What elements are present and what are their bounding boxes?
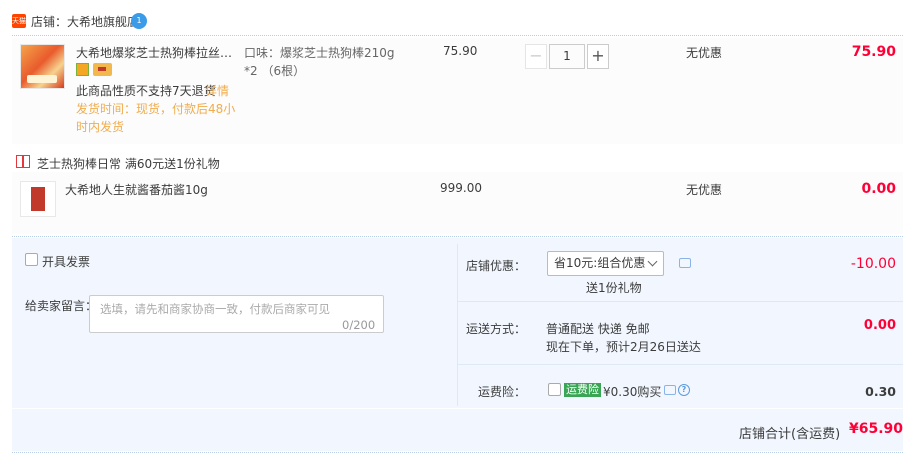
- shipping-eta: 现在下单，预计2月26日送达: [546, 340, 701, 354]
- insurance-label: 运费险：: [477, 385, 526, 399]
- tmall-logo-icon: 天猫: [12, 14, 26, 28]
- shop-name[interactable]: 店铺：大希地旗舰店: [31, 13, 139, 30]
- shop-chat-badge-icon[interactable]: 1: [131, 13, 147, 29]
- comment-icon[interactable]: [664, 385, 676, 395]
- insurance-badge: 运费险: [564, 383, 601, 397]
- shop-discount-select[interactable]: 省10元:组合优惠: [547, 251, 664, 276]
- return-policy-note: 此商品性质不支持7天退货: [76, 84, 216, 98]
- quantity-increase-button[interactable]: +: [587, 44, 609, 69]
- service-tag-icon: [76, 63, 89, 76]
- gift-promo-label: 芝士热狗棒日常 满60元送1份礼物: [37, 157, 220, 171]
- quantity-decrease-button[interactable]: −: [525, 44, 547, 69]
- insurance-checkbox[interactable]: [548, 383, 561, 396]
- quantity-stepper: − 1 +: [525, 44, 610, 69]
- return-detail-link[interactable]: 详情: [205, 82, 229, 99]
- shop-total-value: ¥65.90: [849, 421, 904, 437]
- divider: [12, 35, 903, 36]
- invoice-checkbox[interactable]: [25, 253, 38, 266]
- unit-price: 75.90: [443, 44, 478, 58]
- gift-thumbnail[interactable]: [20, 181, 56, 217]
- quantity-input[interactable]: 1: [549, 44, 585, 69]
- shop-discount-select-value: 省10元:组合优惠: [554, 256, 646, 270]
- item-discount: 无优惠: [686, 46, 723, 60]
- insurance-fee: 0.30: [865, 384, 896, 399]
- divider: [12, 236, 903, 237]
- shop-discount-label: 店铺优惠：: [465, 259, 526, 273]
- gift-discount: 无优惠: [686, 183, 723, 197]
- shipping-fee: 0.00: [863, 318, 896, 333]
- credit-card-icon: [93, 63, 112, 76]
- shipping-time-note: 发货时间：现货，付款后48小时内发货: [76, 102, 236, 134]
- product-thumbnail[interactable]: [20, 44, 65, 89]
- message-char-count: 0/200: [342, 318, 376, 332]
- shop-total-label: 店铺合计(含运费): [739, 427, 841, 442]
- shipping-method: 普通配送 快递 免邮: [546, 322, 650, 336]
- divider: [12, 452, 903, 453]
- help-icon[interactable]: ?: [678, 384, 690, 396]
- insurance-price: ¥0.30购买: [603, 385, 662, 399]
- invoice-label[interactable]: 开具发票: [42, 253, 90, 270]
- message-placeholder: 选填，请先和商家协商一致，付款后商家可见: [100, 302, 330, 316]
- divider: [458, 301, 903, 302]
- divider: [458, 364, 903, 365]
- message-label: 给卖家留言：: [25, 299, 98, 313]
- product-sku: 口味：爆浆芝士热狗棒210g *2 （6根）: [244, 46, 395, 78]
- shop-discount-gift: 送1份礼物: [586, 281, 642, 295]
- gift-unit-price: 999.00: [440, 181, 482, 195]
- chevron-down-icon: [647, 256, 658, 267]
- item-subtotal: 75.90: [851, 44, 896, 60]
- gift-title[interactable]: 大希地人生就酱番茄酱10g: [65, 181, 208, 198]
- comment-icon[interactable]: [679, 258, 691, 268]
- product-title[interactable]: 大希地爆浆芝士热狗棒拉丝香肠...: [76, 44, 241, 61]
- gift-subtotal: 0.00: [861, 181, 896, 197]
- gift-icon: [16, 155, 30, 168]
- shop-discount-value: -10.00: [850, 256, 896, 272]
- shipping-label: 运送方式：: [465, 322, 526, 336]
